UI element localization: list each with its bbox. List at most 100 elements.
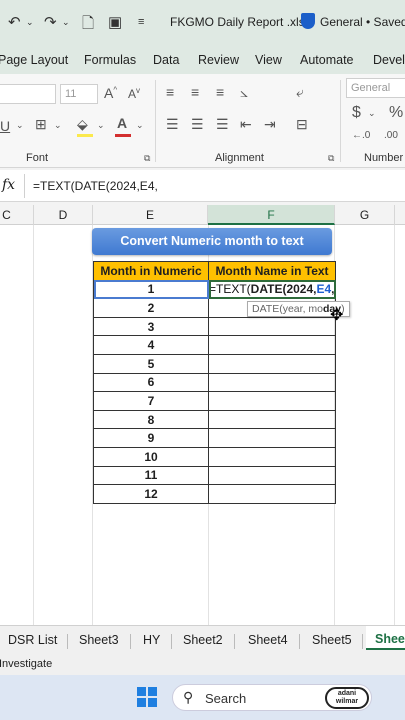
increase-decimal-icon[interactable]: ←.0 [352,130,370,141]
font-color-dropdown-icon[interactable]: ⌄ [136,120,144,131]
borders-icon[interactable]: ⊞ [35,116,47,133]
column-header-c[interactable]: C [0,205,34,225]
redo-icon[interactable]: ↷ [44,13,57,31]
align-top-icon[interactable]: ≡ [166,84,174,100]
tab-separator [171,634,172,649]
print-preview-icon[interactable]: 🗋 [82,13,94,38]
cell-numeric[interactable]: 11 [93,465,209,486]
cell-text[interactable] [208,353,336,374]
sheet-tab-hy[interactable]: HY [143,633,160,647]
cell-text[interactable] [208,484,336,504]
sensitivity-status[interactable]: General • Saved [320,15,405,29]
tab-data[interactable]: Data [153,53,179,67]
font-color-icon[interactable]: A [117,115,127,131]
percent-icon[interactable]: % [389,104,403,122]
sheet-tab-dsr-list[interactable]: DSR List [8,633,57,647]
cell-numeric[interactable]: 8 [93,409,209,430]
cell-text[interactable] [208,372,336,393]
taskbar-search[interactable]: ⚲ Search adani wilmar [172,684,372,711]
column-header-f[interactable]: F [208,205,335,225]
cell-text[interactable] [208,409,336,430]
align-center-icon[interactable]: ☰ [191,116,204,133]
sheet-tab-sheet5[interactable]: Sheet5 [312,633,352,647]
font-dialog-launcher-icon[interactable]: ⧉ [144,153,150,164]
cell-numeric[interactable]: 5 [93,353,209,374]
undo-dropdown-icon[interactable]: ⌄ [26,17,34,28]
document-title: FKGMO Daily Report .xlsx [170,15,311,29]
sheet-tab-active[interactable]: Shee [366,626,405,650]
decrease-decimal-icon[interactable]: .00 [384,130,398,141]
sheet-tab-sheet3[interactable]: Sheet3 [79,633,119,647]
alignment-dialog-launcher-icon[interactable]: ⧉ [328,153,334,164]
table-row: 3 [93,316,336,337]
sheet-tab-sheet4[interactable]: Sheet4 [248,633,288,647]
fill-color-swatch [77,134,93,137]
table-row: 8 [93,409,336,430]
increase-indent-icon[interactable]: ⇥ [264,116,276,133]
header-month-numeric[interactable]: Month in Numeric [93,261,209,281]
ribbon-separator [155,80,156,162]
sheet-tab-sheet2[interactable]: Sheet2 [183,633,223,647]
fill-dropdown-icon[interactable]: ⌄ [97,120,105,131]
insert-function-icon[interactable]: fx [2,177,15,193]
tab-page-layout[interactable]: Page Layout [0,53,68,67]
number-format-dropdown[interactable]: General [346,78,405,98]
cell-text[interactable] [208,316,336,337]
formula-input[interactable]: =TEXT(DATE(2024,E4, [33,179,158,193]
windows-start-icon[interactable] [137,687,157,707]
column-header-d[interactable]: D [34,205,93,225]
number-format-value: General [351,82,391,94]
cell-text[interactable] [208,391,336,411]
cell-text[interactable] [208,428,336,448]
decrease-font-icon[interactable]: Av [128,86,140,101]
cell-text[interactable] [208,446,336,467]
column-header-e[interactable]: E [93,205,208,225]
cell-numeric[interactable]: 10 [93,446,209,467]
underline-dropdown-icon[interactable]: ⌄ [16,120,24,131]
redo-dropdown-icon[interactable]: ⌄ [62,17,70,28]
cell-numeric[interactable]: 6 [93,372,209,393]
picture-icon[interactable]: ▣ [108,13,122,31]
customize-toolbar-icon[interactable]: ≡ [138,16,144,28]
worksheet-grid[interactable]: Convert Numeric month to text Month in N… [0,225,405,625]
tab-review[interactable]: Review [198,53,239,67]
cell-numeric[interactable]: 3 [93,316,209,337]
header-month-text[interactable]: Month Name in Text [208,261,336,281]
cell-numeric[interactable]: 2 [93,298,209,318]
orientation-icon[interactable]: ⦣ [240,84,248,101]
cell-numeric[interactable]: 12 [93,484,209,504]
font-size-dropdown[interactable]: 11 [60,84,98,104]
cell-text[interactable] [208,335,336,355]
fill-color-icon[interactable]: ⬙ [77,116,88,133]
underline-icon[interactable]: U [0,118,10,134]
cell-numeric[interactable]: 4 [93,335,209,355]
cell-e4[interactable]: 1 [93,279,209,300]
cell-text[interactable] [208,465,336,486]
decrease-indent-icon[interactable]: ⇤ [240,116,252,133]
tab-developer[interactable]: Devel [373,53,405,67]
wrap-text-icon[interactable]: ⤶ [296,84,304,101]
cell-numeric[interactable]: 9 [93,428,209,448]
borders-dropdown-icon[interactable]: ⌄ [54,120,62,131]
tab-view[interactable]: View [255,53,282,67]
merge-center-icon[interactable]: ⊟ [296,116,308,133]
font-size-value: 11 [65,88,77,100]
currency-icon[interactable]: $ [352,104,361,122]
cell-f4-editing[interactable]: =TEXT(DATE(2024,E4, [208,279,336,300]
tab-automate[interactable]: Automate [300,53,354,67]
undo-icon[interactable]: ↶ [8,13,21,31]
adani-wilmar-badge[interactable]: adani wilmar [325,687,369,709]
font-name-dropdown[interactable] [0,84,56,104]
align-bottom-icon[interactable]: ≡ [216,84,224,100]
currency-dropdown-icon[interactable]: ⌄ [368,108,376,119]
tab-formulas[interactable]: Formulas [84,53,136,67]
column-header-g[interactable]: G [335,205,395,225]
align-left-icon[interactable]: ☰ [166,116,179,133]
align-middle-icon[interactable]: ≡ [191,84,199,100]
shield-icon[interactable] [301,13,315,29]
status-investigate[interactable]: Investigate [0,658,52,670]
align-right-icon[interactable]: ☰ [216,116,229,133]
increase-font-icon[interactable]: A^ [104,85,117,101]
title-banner[interactable]: Convert Numeric month to text [92,228,332,255]
cell-numeric[interactable]: 7 [93,391,209,411]
